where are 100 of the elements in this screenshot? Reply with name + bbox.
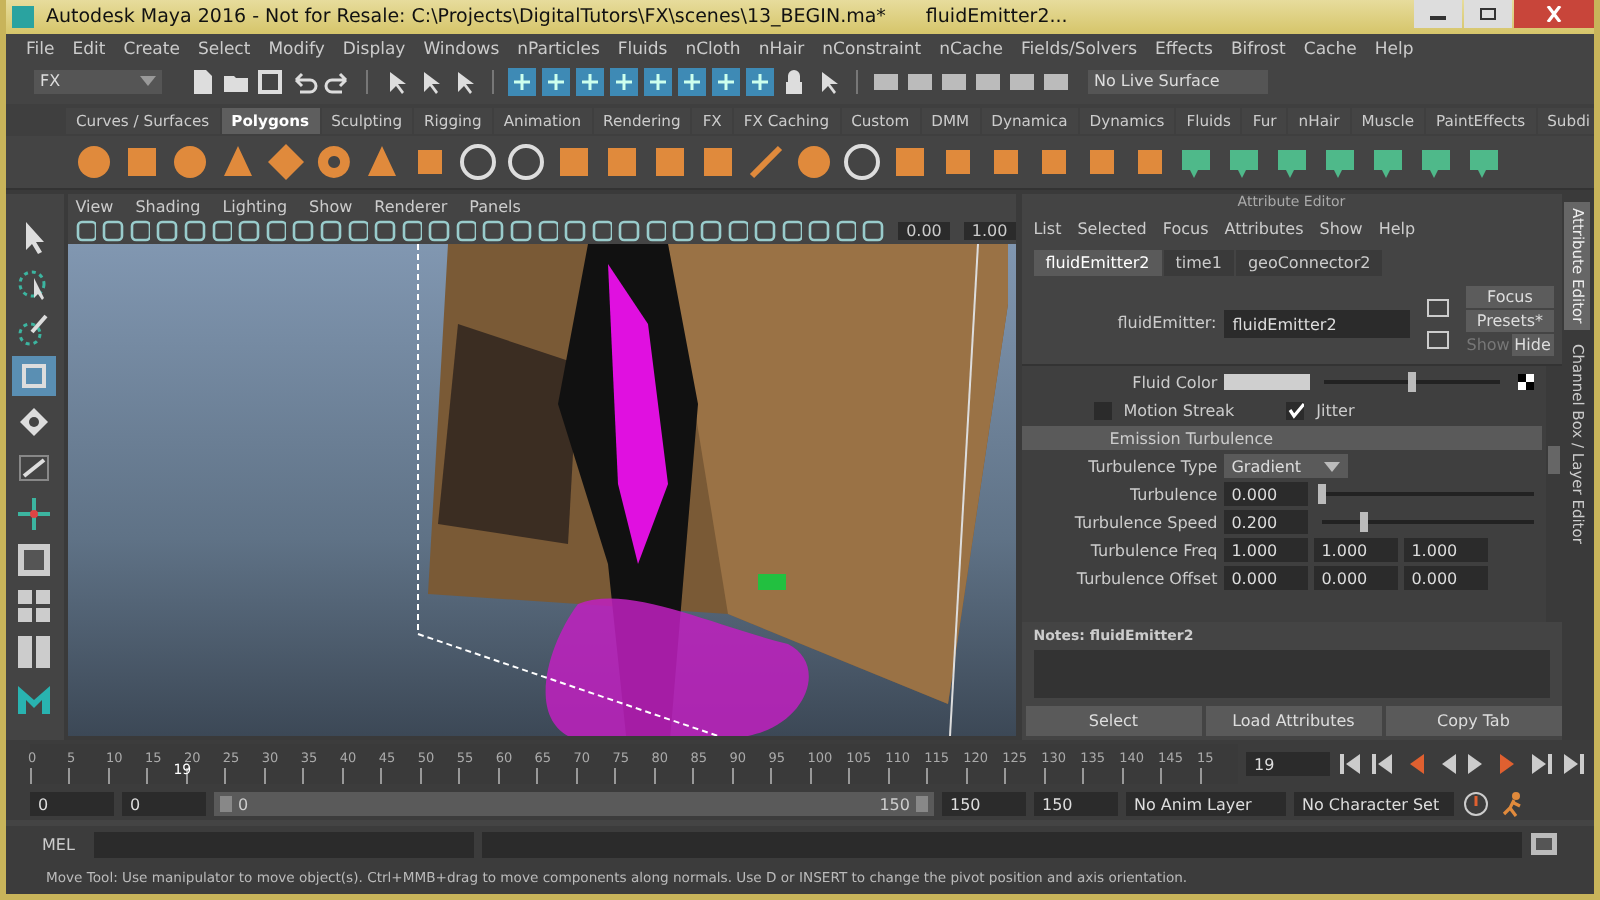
value-field[interactable]: 0.200 bbox=[1223, 510, 1308, 534]
shelf-tool-icon[interactable] bbox=[362, 142, 402, 182]
command-language-label[interactable]: MEL bbox=[42, 835, 86, 853]
slider-thumb[interactable] bbox=[1317, 484, 1326, 504]
menu-item[interactable]: Bifrost bbox=[1230, 39, 1286, 59]
start-frame-field[interactable]: 0 bbox=[30, 792, 114, 816]
shelf-tool-icon[interactable] bbox=[266, 142, 306, 182]
editor-button[interactable]: Presets* bbox=[1466, 310, 1554, 332]
menu-item[interactable]: Modify bbox=[268, 39, 325, 59]
panel-toolbar-icon[interactable] bbox=[347, 220, 369, 242]
panel-toolbar-icon[interactable] bbox=[672, 220, 695, 242]
scrollbar[interactable] bbox=[1545, 366, 1562, 622]
move-tool-icon[interactable] bbox=[12, 356, 57, 396]
toolbar-icon[interactable] bbox=[712, 67, 740, 95]
focus-input-icon[interactable] bbox=[1426, 298, 1451, 318]
shelf-tool-icon[interactable] bbox=[698, 142, 738, 182]
value-field[interactable]: 0.000 bbox=[1313, 566, 1398, 590]
value-field[interactable]: 1.000 bbox=[1313, 538, 1398, 562]
character-set-dropdown[interactable]: No Character Set bbox=[1294, 792, 1454, 816]
toolbar-icon[interactable] bbox=[324, 67, 352, 95]
toolbar-icon[interactable] bbox=[780, 67, 808, 95]
editor-button[interactable]: Copy Tab bbox=[1385, 706, 1562, 736]
close-button[interactable] bbox=[1514, 0, 1594, 28]
toolbar-icon[interactable] bbox=[746, 67, 774, 95]
type-dropdown[interactable]: Gradient bbox=[1223, 454, 1348, 478]
running-figure-icon[interactable] bbox=[1498, 790, 1526, 818]
node-tab[interactable]: geoConnector2 bbox=[1235, 250, 1383, 276]
panel-value-field[interactable]: 0.00 bbox=[898, 222, 950, 240]
menu-item[interactable]: Help bbox=[1374, 39, 1414, 59]
panel-toolbar-icon[interactable] bbox=[319, 220, 341, 242]
maximize-button[interactable] bbox=[1464, 0, 1512, 28]
menu-item[interactable]: Fluids bbox=[617, 39, 668, 59]
value-field[interactable]: 1.000 bbox=[1403, 538, 1488, 562]
menu-item[interactable]: nCache bbox=[939, 39, 1003, 59]
menu-item[interactable]: nHair bbox=[758, 39, 805, 59]
script-editor-icon[interactable] bbox=[1530, 832, 1558, 856]
toolbar-icon[interactable] bbox=[576, 67, 604, 95]
menu-item[interactable]: nConstraint bbox=[822, 39, 922, 59]
panel-toolbar-icon[interactable] bbox=[727, 220, 749, 242]
panel-menu-item[interactable]: View bbox=[75, 197, 114, 215]
panel-toolbar-icon[interactable] bbox=[455, 220, 477, 242]
panel-toolbar-icon[interactable] bbox=[211, 220, 233, 242]
menu-item[interactable]: Windows bbox=[423, 39, 500, 59]
playback-start-field[interactable]: 0 bbox=[122, 792, 206, 816]
panel-toolbar-icon[interactable] bbox=[835, 220, 857, 242]
panel-toolbar-icon[interactable] bbox=[862, 220, 885, 242]
shelf-tool-icon[interactable] bbox=[602, 142, 642, 182]
range-handle[interactable] bbox=[220, 796, 232, 812]
editor-menu-item[interactable]: Selected bbox=[1077, 220, 1147, 238]
playback-control-icon[interactable] bbox=[1338, 754, 1362, 774]
shelf-tool-icon[interactable] bbox=[650, 142, 690, 182]
panel-toolbar-icon[interactable] bbox=[645, 220, 667, 242]
playback-end-field[interactable]: 150 bbox=[942, 792, 1026, 816]
menu-item[interactable]: nCloth bbox=[685, 39, 741, 59]
editor-menu-item[interactable]: Attributes bbox=[1224, 220, 1304, 238]
panel-menu-item[interactable]: Lighting bbox=[222, 197, 288, 215]
panel-toolbar-icon[interactable] bbox=[564, 220, 586, 242]
hide-button[interactable]: Hide bbox=[1511, 334, 1554, 356]
panel-toolbar-icon[interactable] bbox=[482, 220, 504, 242]
checkbox[interactable] bbox=[1286, 401, 1305, 419]
menu-item[interactable]: File bbox=[26, 39, 55, 59]
editor-button[interactable]: Select bbox=[1025, 706, 1202, 736]
panel-toolbar-icon[interactable] bbox=[700, 220, 722, 242]
panel-toolbar-icon[interactable] bbox=[401, 220, 423, 242]
shelf-tool-icon[interactable] bbox=[122, 142, 162, 182]
value-field[interactable]: 0.000 bbox=[1403, 566, 1488, 590]
panel-toolbar-icon[interactable] bbox=[184, 220, 206, 242]
panel-menu-item[interactable]: Panels bbox=[469, 197, 521, 215]
shelf-tool-icon[interactable] bbox=[314, 142, 354, 182]
panel-menu-item[interactable]: Shading bbox=[135, 197, 201, 215]
panel-toolbar-icon[interactable] bbox=[808, 220, 830, 242]
panel-toolbar-icon[interactable] bbox=[102, 220, 124, 242]
shelf-tool-icon[interactable] bbox=[746, 142, 786, 182]
panel-toolbar-icon[interactable] bbox=[618, 220, 640, 242]
menu-item[interactable]: Select bbox=[197, 39, 251, 59]
slider-thumb[interactable] bbox=[1407, 372, 1416, 392]
toolbar-icon[interactable] bbox=[256, 67, 284, 95]
editor-menu-item[interactable]: List bbox=[1033, 220, 1062, 238]
toolbar-icon[interactable] bbox=[610, 67, 638, 95]
panel-toolbar-icon[interactable] bbox=[374, 220, 396, 242]
panel-toolbar-icon[interactable] bbox=[781, 220, 803, 242]
menu-item[interactable]: Fields/Solvers bbox=[1020, 39, 1138, 59]
panel-toolbar-icon[interactable] bbox=[537, 220, 559, 242]
panel-toolbar-icon[interactable] bbox=[591, 220, 613, 242]
toolbar-icon[interactable] bbox=[678, 67, 706, 95]
playback-control-icon[interactable] bbox=[1530, 754, 1554, 774]
live-surface-field[interactable]: No Live Surface bbox=[1088, 69, 1268, 93]
end-frame-field[interactable]: 150 bbox=[1034, 792, 1118, 816]
menu-item[interactable]: Display bbox=[342, 39, 406, 59]
anim-layer-dropdown[interactable]: No Anim Layer bbox=[1126, 792, 1286, 816]
node-tab[interactable]: time1 bbox=[1163, 250, 1234, 276]
node-tab[interactable]: fluidEmitter2 bbox=[1033, 250, 1162, 276]
range-slider-bar[interactable]: 0 150 bbox=[214, 792, 934, 816]
playback-control-icon[interactable] bbox=[1562, 754, 1586, 774]
range-handle[interactable] bbox=[916, 796, 928, 812]
node-name-field[interactable]: fluidEmitter2 bbox=[1224, 310, 1411, 338]
editor-button[interactable]: Load Attributes bbox=[1205, 706, 1382, 736]
toolbar-icon[interactable] bbox=[290, 67, 318, 95]
toolbar-icon[interactable] bbox=[542, 67, 570, 95]
panel-menu-item[interactable]: Show bbox=[309, 197, 353, 215]
